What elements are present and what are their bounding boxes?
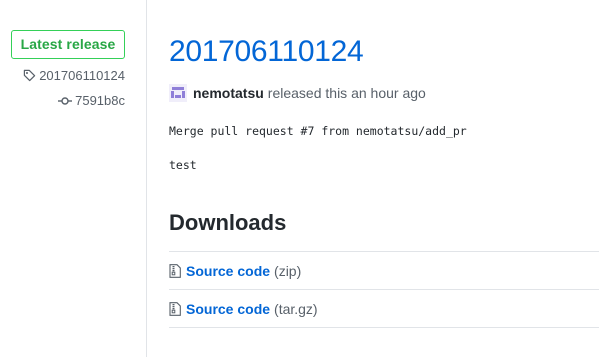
download-source-zip[interactable]: Source code (zip) <box>169 252 599 290</box>
download-label[interactable]: Source code <box>186 263 270 279</box>
release-title-link[interactable]: 201706110124 <box>169 33 364 71</box>
release-notes-line: Merge pull request #7 from nemotatsu/add… <box>169 124 467 138</box>
tag-link[interactable]: 201706110124 <box>23 68 125 83</box>
git-commit-icon <box>58 96 73 106</box>
download-label[interactable]: Source code <box>186 301 270 317</box>
commit-link[interactable]: 7591b8c <box>58 93 125 108</box>
release-time-text: released this an hour ago <box>267 85 426 101</box>
release-notes: Merge pull request #7 from nemotatsu/add… <box>169 124 467 173</box>
downloads-list: Source code (zip) Source code (tar.gz) <box>169 251 599 328</box>
download-source-targz[interactable]: Source code (tar.gz) <box>169 290 599 328</box>
release-notes-line: test <box>169 158 197 172</box>
downloads-heading: Downloads <box>169 210 287 235</box>
file-zip-icon <box>169 301 181 316</box>
commit-sha: 7591b8c <box>75 93 125 108</box>
release-page: Latest release 201706110124 7591b8c 2017… <box>0 0 599 357</box>
release-meta-sidebar: Latest release 201706110124 7591b8c <box>0 0 147 357</box>
file-zip-icon <box>169 263 181 278</box>
author-name-link[interactable]: nemotatsu <box>193 85 264 101</box>
download-format: (zip) <box>274 262 302 279</box>
tag-name: 201706110124 <box>39 68 125 83</box>
avatar[interactable] <box>169 84 187 102</box>
release-author-line: nemotatsu released this an hour ago <box>169 84 426 102</box>
tag-icon <box>23 69 36 82</box>
download-format: (tar.gz) <box>274 300 318 317</box>
latest-release-badge: Latest release <box>11 30 125 59</box>
